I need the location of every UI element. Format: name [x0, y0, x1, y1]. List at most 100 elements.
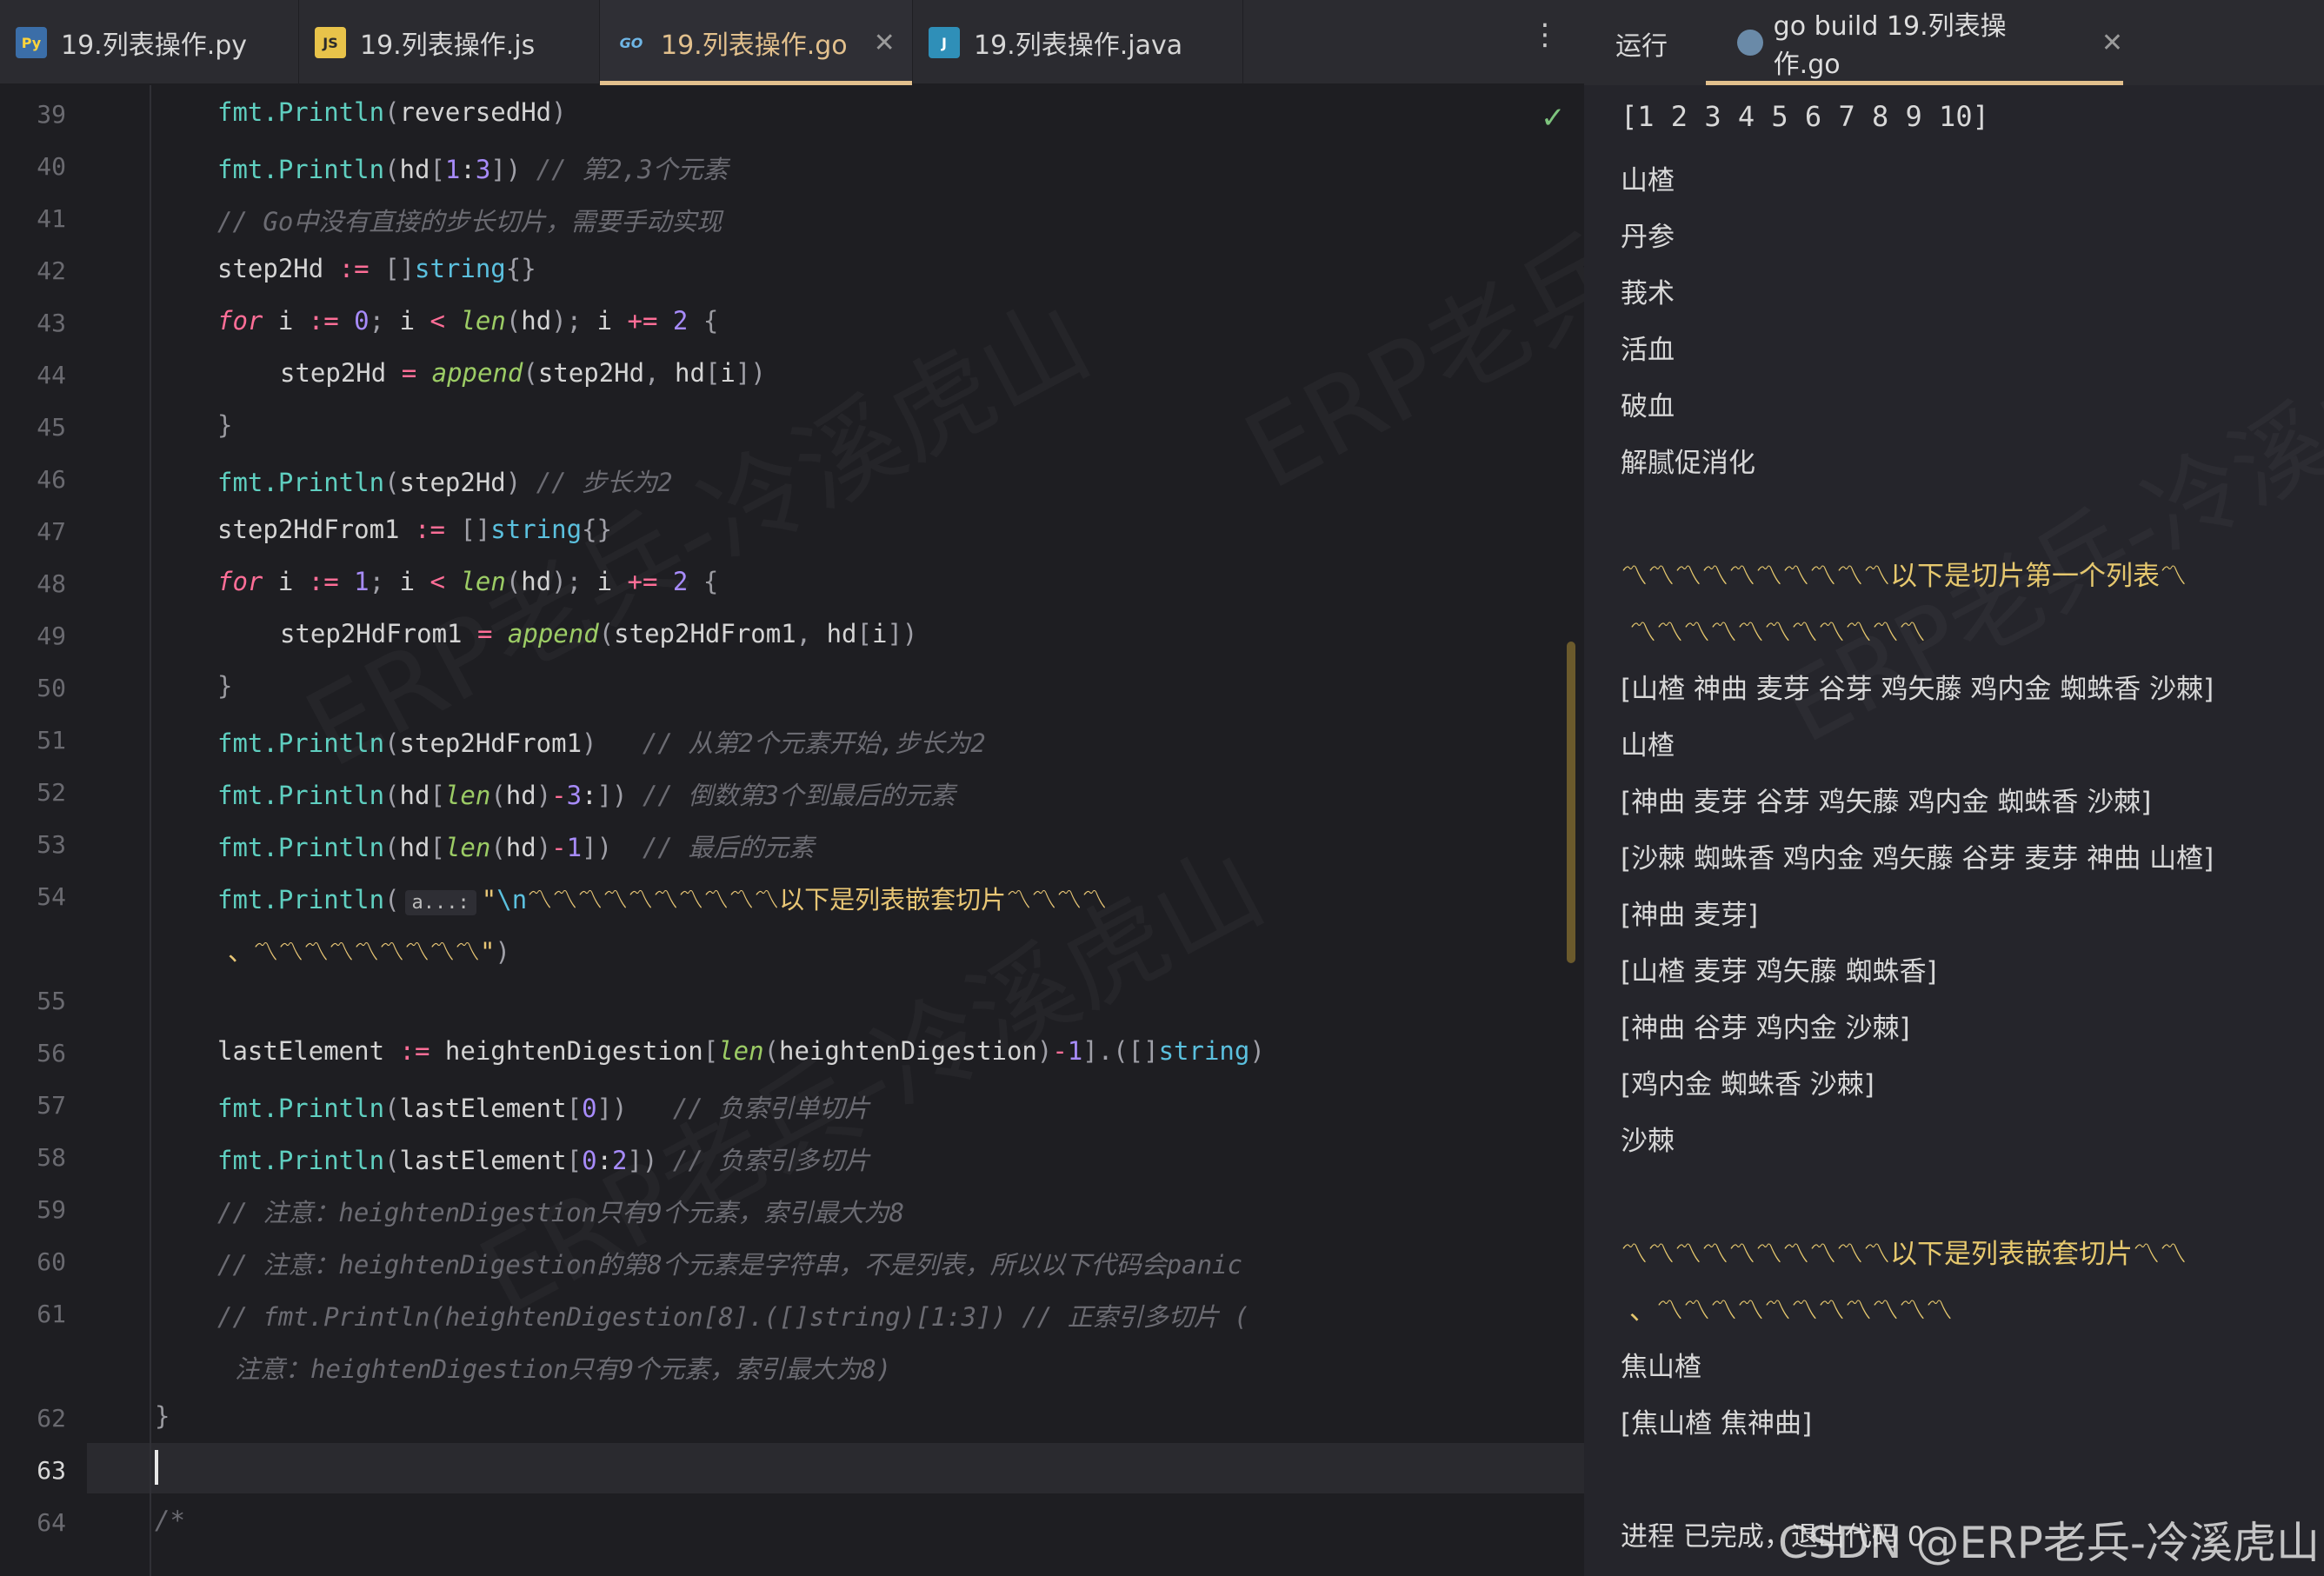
line-number: 48: [0, 569, 66, 598]
run-config-label: go build 19.列表操作.go: [1774, 4, 2070, 81]
tab-go-file[interactable]: GO 19.列表操作.go ✕: [600, 0, 913, 85]
tab-label: 19.列表操作.js: [360, 23, 535, 62]
output-line: [山楂 神曲 麦芽 谷芽 鸡矢藤 鸡内金 蜘蛛香 沙棘]: [1621, 667, 2214, 706]
tab-java-file[interactable]: J 19.列表操作.java: [913, 0, 1243, 85]
code-line[interactable]: step2HdFrom1 := []string{}: [217, 515, 612, 544]
tab-label: 19.列表操作.go: [661, 23, 848, 62]
line-number: 55: [0, 987, 66, 1015]
output-line: [1 2 3 4 5 6 7 8 9 10]: [1621, 100, 1989, 133]
line-number: 57: [0, 1091, 66, 1120]
line-number: 53: [0, 830, 66, 859]
line-number: 51: [0, 726, 66, 755]
run-panel-title: 运行: [1615, 24, 1668, 63]
tab-label: 19.列表操作.java: [974, 23, 1182, 62]
output-line: 〽〽〽〽〽〽〽〽〽〽〽: [1621, 610, 1926, 649]
code-line[interactable]: fmt.Println(hd[len(hd)-1]) // 最后的元素: [217, 828, 814, 864]
code-editor[interactable]: ERP老兵-冷溪虎山 ERP老兵-冷溪虎山 ERP老兵-冷溪虎山 ✓ 39 40…: [0, 85, 1584, 1576]
code-line[interactable]: step2HdFrom1 = append(step2HdFrom1, hd[i…: [280, 619, 917, 648]
code-line[interactable]: }: [217, 671, 232, 701]
line-number: 46: [0, 465, 66, 494]
code-line[interactable]: lastElement := heightenDigestion[len(hei…: [217, 1036, 1265, 1066]
code-line[interactable]: /*: [155, 1506, 185, 1535]
line-number: 59: [0, 1195, 66, 1224]
code-line[interactable]: step2Hd = append(step2Hd, hd[i]): [280, 358, 766, 388]
output-line: 〽〽〽〽〽〽〽〽〽〽以下是切片第一个列表〽: [1621, 554, 2187, 593]
line-number: 60: [0, 1247, 66, 1276]
output-line: 〽〽〽〽〽〽〽〽〽〽以下是列表嵌套切片〽〽: [1621, 1232, 2187, 1271]
output-line: [沙棘 蜘蛛香 鸡内金 鸡矢藤 谷芽 麦芽 神曲 山楂]: [1621, 836, 2214, 875]
line-number-current: 63: [0, 1456, 66, 1485]
code-line[interactable]: fmt.Println(step2Hd) // 步长为2: [217, 462, 673, 499]
code-line[interactable]: fmt.Println(step2HdFrom1) // 从第2个元素开始,步长…: [217, 723, 986, 760]
code-line[interactable]: 注意：heightenDigestion只有9个元素，索引最大为8): [235, 1349, 891, 1386]
tab-js-file[interactable]: JS 19.列表操作.js: [299, 0, 600, 85]
code-line[interactable]: fmt.Println(lastElement[0:2]) // 负索引多切片: [217, 1140, 869, 1177]
line-number: 49: [0, 622, 66, 650]
line-number: 54: [0, 882, 66, 911]
parameter-hint: a...:: [405, 890, 476, 915]
output-line: [焦山楂 焦神曲]: [1621, 1401, 1812, 1440]
tab-python-file[interactable]: Py 19.列表操作.py: [0, 0, 299, 85]
output-line: 焦山楂: [1621, 1345, 1701, 1384]
python-icon: Py: [16, 27, 47, 58]
output-line: 沙棘: [1621, 1119, 1675, 1158]
code-line[interactable]: }: [217, 410, 232, 440]
tab-label: 19.列表操作.py: [61, 23, 247, 62]
line-number: 42: [0, 256, 66, 285]
close-icon[interactable]: ✕: [2101, 28, 2123, 58]
run-config-tab[interactable]: go build 19.列表操作.go ✕: [1706, 0, 2123, 85]
code-line[interactable]: for i := 0; i < len(hd); i += 2 {: [217, 306, 718, 336]
line-number: 43: [0, 309, 66, 337]
line-number: 47: [0, 517, 66, 546]
code-line[interactable]: fmt.Println(hd[len(hd)-3:]) // 倒数第3个到最后的…: [217, 775, 956, 812]
output-line: [神曲 谷芽 鸡内金 沙棘]: [1621, 1006, 1910, 1045]
line-number: 62: [0, 1404, 66, 1433]
code-line[interactable]: // 注意：heightenDigestion只有9个元素，索引最大为8: [217, 1193, 904, 1229]
output-line: 丹参: [1621, 215, 1675, 254]
editor-tab-bar: Py 19.列表操作.py JS 19.列表操作.js GO 19.列表操作.g…: [0, 0, 1584, 85]
line-number: 39: [0, 100, 66, 129]
more-tabs-icon[interactable]: ⋮: [1530, 17, 1560, 52]
java-icon: J: [929, 27, 960, 58]
code-line[interactable]: fmt.Println(hd[1:3]) // 第2,3个元素: [217, 150, 728, 186]
line-number: 52: [0, 778, 66, 807]
run-panel-header: 运行 go build 19.列表操作.go ✕: [1584, 0, 2324, 85]
run-panel: 运行 go build 19.列表操作.go ✕ ERP老兵-冷溪虎山 [1 2…: [1584, 0, 2324, 1576]
gopher-icon: [1737, 30, 1763, 56]
code-line[interactable]: // fmt.Println(heightenDigestion[8].([]s…: [217, 1297, 1249, 1333]
line-number: 41: [0, 204, 66, 233]
code-line[interactable]: // 注意：heightenDigestion的第8个元素是字符串，不是列表，所…: [217, 1245, 1242, 1281]
output-line: [山楂 麦芽 鸡矢藤 蜘蛛香]: [1621, 949, 1937, 988]
code-line[interactable]: for i := 1; i < len(hd); i += 2 {: [217, 567, 718, 596]
csdn-watermark: CSDN @ERP老兵-冷溪虎山: [1778, 1508, 2320, 1571]
line-number: 61: [0, 1300, 66, 1328]
line-number: 56: [0, 1039, 66, 1067]
text-cursor: [155, 1450, 158, 1485]
code-line[interactable]: fmt.Println(a...:"\n〽〽〽〽〽〽〽〽〽〽以下是列表嵌套切片〽…: [217, 880, 1107, 916]
background-watermark: ERP老兵-冷溪虎山: [1215, 85, 1584, 517]
line-number: 50: [0, 674, 66, 702]
code-line[interactable]: 、〽〽〽〽〽〽〽〽〽"): [228, 932, 510, 968]
output-line: [鸡内金 蜘蛛香 沙棘]: [1621, 1062, 1875, 1101]
line-number: 40: [0, 152, 66, 181]
editor-scrollbar[interactable]: [1567, 642, 1575, 963]
output-line: 活血: [1621, 328, 1675, 367]
code-line[interactable]: // Go中没有直接的步长切片，需要手动实现: [217, 202, 722, 238]
line-number: 44: [0, 361, 66, 389]
output-line: 、〽〽〽〽〽〽〽〽〽〽〽: [1621, 1288, 1953, 1327]
code-line[interactable]: fmt.Println(lastElement[0]) // 负索引单切片: [217, 1088, 869, 1125]
output-line: 破血: [1621, 384, 1675, 423]
code-line[interactable]: fmt.Println(reversedHd): [217, 97, 567, 127]
line-number: 45: [0, 413, 66, 442]
current-line-highlight: [0, 1443, 1584, 1493]
go-icon: GO: [616, 27, 647, 58]
js-icon: JS: [315, 27, 346, 58]
code-line[interactable]: }: [155, 1401, 170, 1431]
close-icon[interactable]: ✕: [874, 28, 896, 58]
line-number: 58: [0, 1143, 66, 1172]
output-line: 解腻促消化: [1621, 441, 1755, 480]
code-line[interactable]: step2Hd := []string{}: [217, 254, 536, 283]
output-line: 莪术: [1621, 271, 1675, 310]
output-line: 山楂: [1621, 158, 1675, 197]
inspection-ok-icon[interactable]: ✓: [1541, 101, 1566, 136]
